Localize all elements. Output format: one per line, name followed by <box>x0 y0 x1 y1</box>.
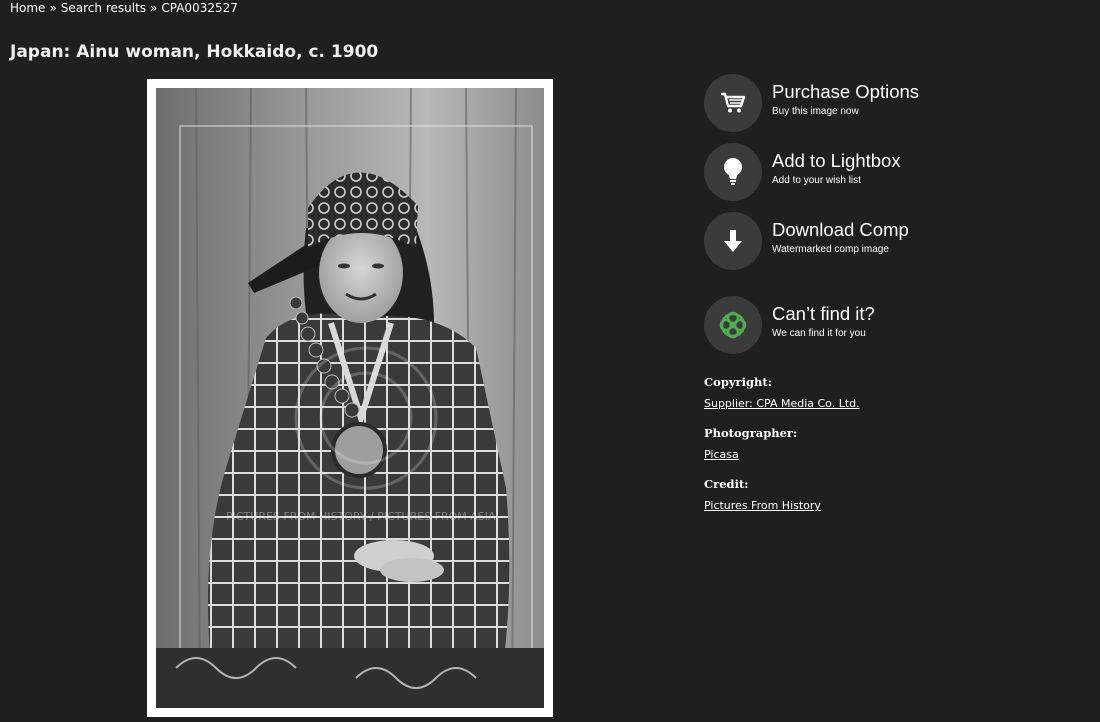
photo-illustration: PICTURES FROM HISTORY / PICTURES FROM AS… <box>156 88 544 708</box>
add-to-lightbox-subtitle: Add to your wish list <box>772 175 861 186</box>
download-comp-title: Download Comp <box>772 219 909 240</box>
page-title: Japan: Ainu woman, Hokkaido, c. 1900 <box>10 42 379 62</box>
photographer-label: Photographer: <box>704 426 798 440</box>
add-to-lightbox-button[interactable]: Add to Lightbox Add to your wish list <box>704 143 1004 201</box>
add-to-lightbox-title: Add to Lightbox <box>772 150 901 171</box>
watermark-text: PICTURES FROM HISTORY / PICTURES FROM AS… <box>226 510 496 523</box>
download-comp-subtitle: Watermarked comp image <box>772 244 889 255</box>
purchase-options-button[interactable]: Purchase Options Buy this image now <box>704 74 1004 132</box>
purchase-options-subtitle: Buy this image now <box>772 106 859 117</box>
breadcrumb-separator: » <box>150 1 158 15</box>
cart-icon <box>704 74 762 132</box>
photographer-link[interactable]: Picasa <box>704 448 739 461</box>
cant-find-it-subtitle: We can find it for you <box>772 328 866 339</box>
breadcrumb-separator: » <box>49 1 57 15</box>
copyright-link[interactable]: Supplier: CPA Media Co. Ltd. <box>704 397 860 410</box>
download-comp-button[interactable]: Download Comp Watermarked comp image <box>704 212 1004 270</box>
credit-label: Credit: <box>704 477 749 491</box>
breadcrumb-home[interactable]: Home <box>10 1 45 15</box>
breadcrumb-current: CPA0032527 <box>161 1 238 15</box>
download-arrow-icon <box>704 212 762 270</box>
breadcrumb-search-results[interactable]: Search results <box>61 1 146 15</box>
credit-link[interactable]: Pictures From History <box>704 499 821 512</box>
photo-frame: PICTURES FROM HISTORY / PICTURES FROM AS… <box>147 79 553 717</box>
purchase-options-title: Purchase Options <box>772 81 920 102</box>
cant-find-it-button[interactable]: Can’t find it? We can find it for you <box>704 296 1004 354</box>
copyright-label: Copyright: <box>704 375 772 389</box>
cant-find-it-title: Can’t find it? <box>772 303 875 324</box>
main-photo[interactable]: PICTURES FROM HISTORY / PICTURES FROM AS… <box>156 88 544 708</box>
breadcrumb: Home» Search results» CPA0032527 <box>10 1 238 15</box>
lightbulb-icon <box>704 143 762 201</box>
celtic-knot-icon <box>704 296 762 354</box>
